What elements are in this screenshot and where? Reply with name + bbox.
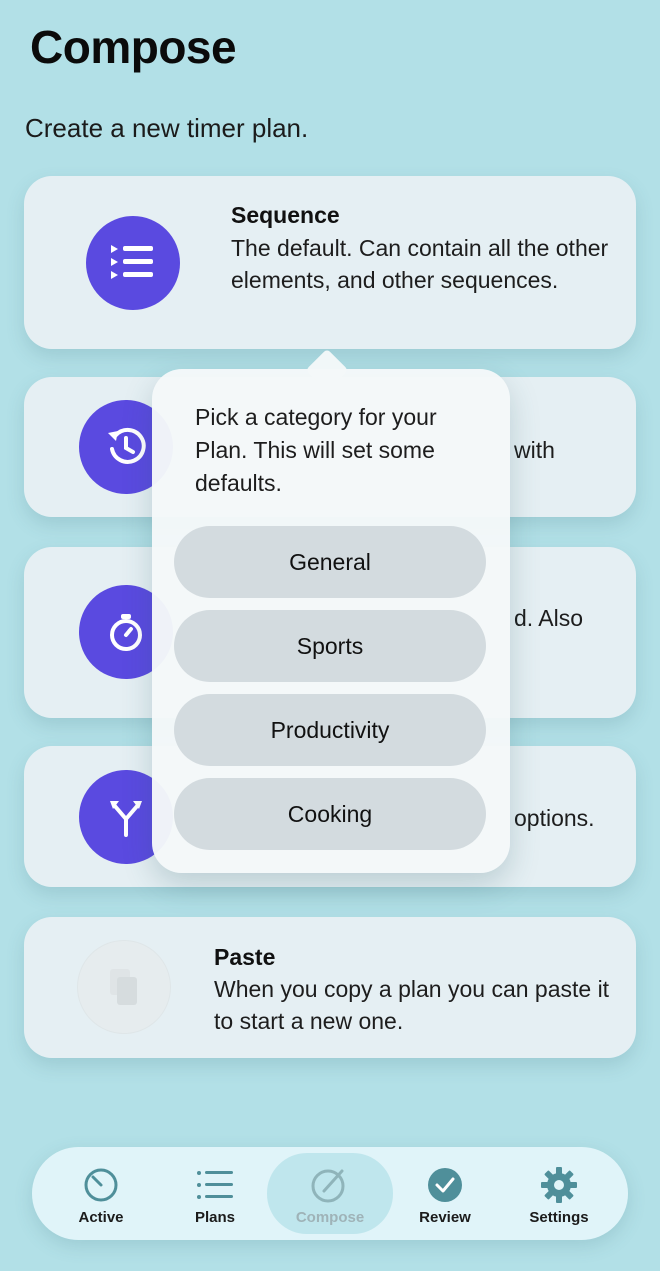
popover-arrow (305, 348, 349, 392)
tab-settings[interactable]: Settings (504, 1147, 614, 1240)
paste-description: When you copy a plan you can paste it to… (214, 976, 610, 1034)
category-sports-button[interactable]: Sports (174, 610, 486, 682)
paste-title: Paste (214, 944, 276, 970)
tab-bar: Active Plans Compose Review Settings (32, 1147, 628, 1240)
sequence-description: The default. Can contain all the other e… (231, 235, 609, 293)
tab-compose-label: Compose (295, 1209, 365, 1226)
gear-icon (539, 1165, 579, 1205)
page-title: Compose (30, 21, 237, 73)
tab-plans[interactable]: Plans (160, 1147, 270, 1240)
paste-icon (77, 940, 171, 1034)
tab-settings-label: Settings (529, 1209, 589, 1226)
category-popover: Pick a category for your Plan. This will… (152, 348, 510, 873)
category-productivity-button[interactable]: Productivity (174, 694, 486, 766)
card-4-text-fragment: options. (514, 805, 595, 831)
category-cooking-button[interactable]: Cooking (174, 778, 486, 850)
card-2-text-fragment: with (514, 437, 555, 463)
page-subtitle: Create a new timer plan. (25, 113, 309, 143)
paste-card[interactable]: Paste When you copy a plan you can paste… (24, 917, 636, 1058)
timer-icon (81, 1165, 121, 1205)
sequence-title: Sequence (231, 202, 340, 228)
tab-plans-label: Plans (194, 1209, 236, 1226)
checkmark-circle-icon (425, 1165, 465, 1205)
list-icon (195, 1165, 235, 1205)
sequence-card[interactable]: Sequence The default. Can contain all th… (24, 176, 636, 349)
tab-active[interactable]: Active (46, 1147, 156, 1240)
tab-active-label: Active (78, 1209, 124, 1226)
tab-review[interactable]: Review (390, 1147, 500, 1240)
compose-icon (310, 1165, 350, 1205)
category-general-button[interactable]: General (174, 526, 486, 598)
popover-prompt: Pick a category for your Plan. This will… (195, 404, 437, 496)
tab-compose[interactable]: Compose (267, 1153, 393, 1234)
tab-review-label: Review (419, 1209, 471, 1226)
sequence-icon (86, 216, 180, 310)
card-3-text-fragment: d. Also (514, 605, 584, 631)
